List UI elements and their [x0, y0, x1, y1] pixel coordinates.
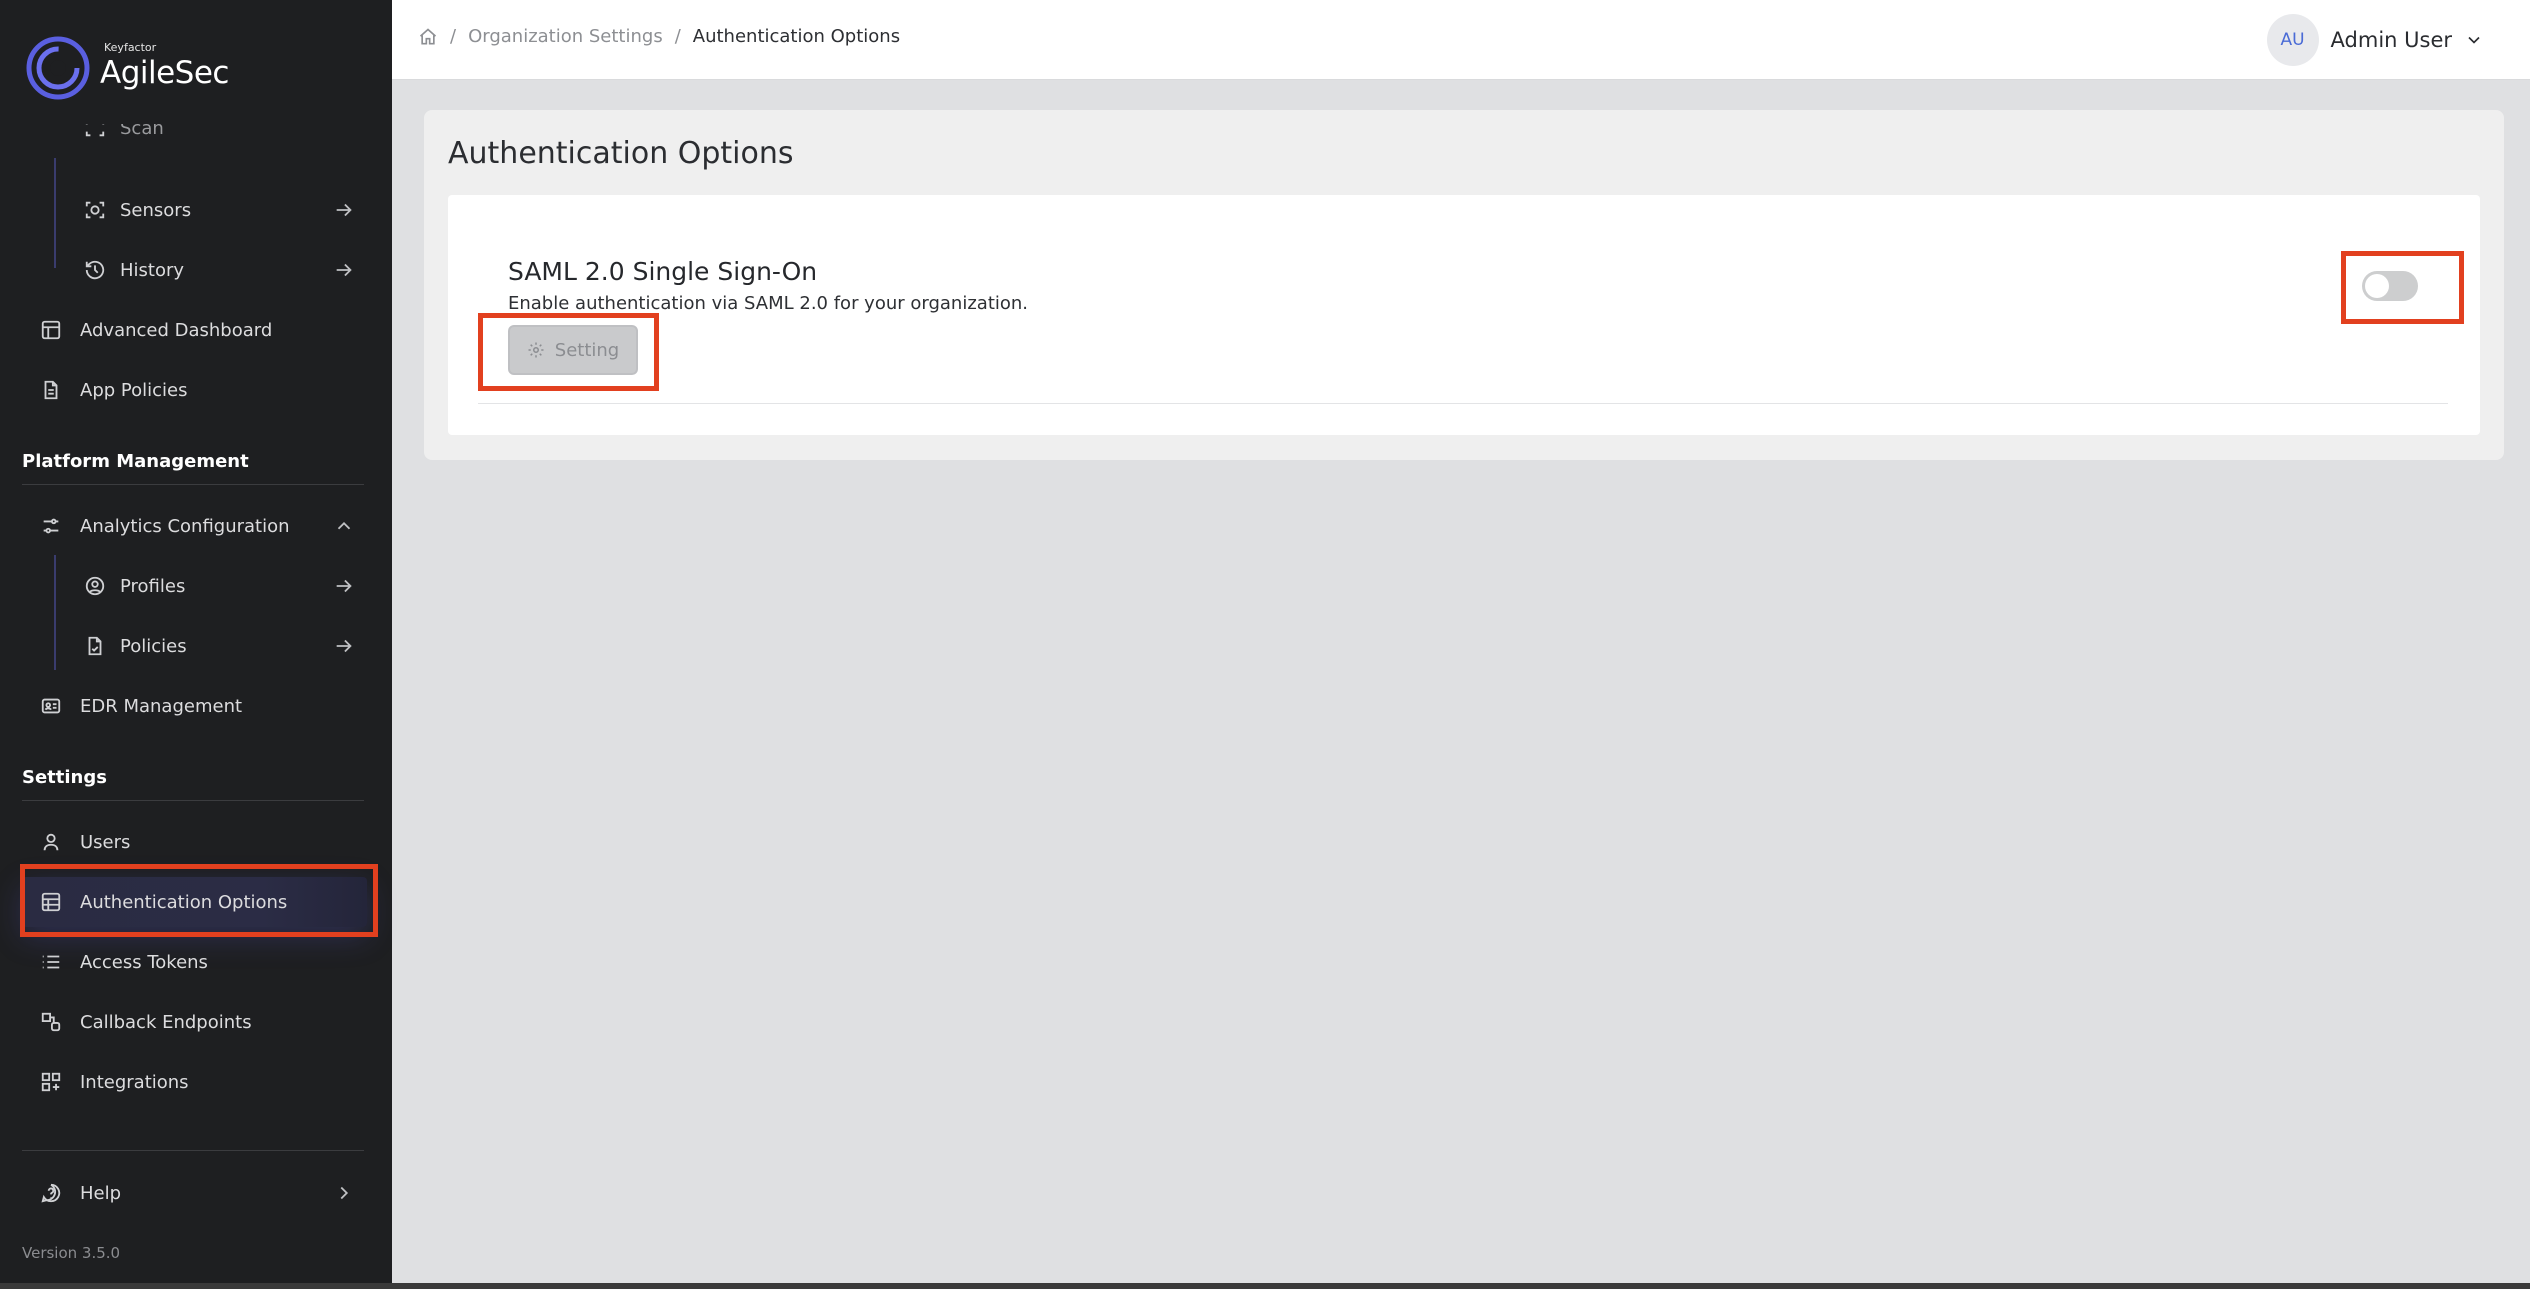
breadcrumb-separator: /: [674, 26, 681, 47]
section-divider: [22, 1150, 364, 1151]
section-divider: [22, 484, 364, 485]
arrow-right-icon: [333, 259, 355, 281]
sidebar-item-label: Access Tokens: [80, 951, 208, 973]
setting-button-label: Setting: [554, 339, 620, 361]
arrow-right-icon: [333, 199, 355, 221]
sidebar-item-history[interactable]: History: [54, 245, 367, 295]
sidebar-item-label: Authentication Options: [80, 891, 288, 913]
auth-option-card: SAML 2.0 Single Sign-On Enable authentic…: [448, 195, 2480, 435]
option-description: Enable authentication via SAML 2.0 for y…: [508, 293, 1029, 314]
help-icon: [40, 1182, 62, 1204]
bottom-strip: [0, 1283, 2530, 1289]
arrow-right-icon: [333, 575, 355, 597]
sidebar-item-authentication-options[interactable]: Authentication Options: [22, 877, 367, 927]
breadcrumb-separator: /: [450, 26, 457, 47]
history-icon: [84, 259, 106, 281]
sidebar-item-label: Analytics Configuration: [80, 515, 290, 537]
page-title: Authentication Options: [448, 136, 794, 171]
section-settings: Settings: [22, 767, 107, 788]
sidebar-item-policies[interactable]: Policies: [54, 621, 367, 671]
sliders-icon: [40, 515, 62, 537]
sidebar: Keyfactor AgileSec Scan Sensors History …: [0, 0, 392, 1283]
version-label: Version 3.5.0: [22, 1244, 121, 1262]
table-icon: [40, 891, 62, 913]
sidebar-item-analytics-configuration[interactable]: Analytics Configuration: [22, 501, 367, 551]
main-panel: Authentication Options SAML 2.0 Single S…: [424, 110, 2504, 460]
section-divider: [22, 800, 364, 801]
sidebar-item-edr-management[interactable]: EDR Management: [22, 681, 367, 731]
scan-icon: [84, 124, 106, 139]
logo[interactable]: Keyfactor AgileSec: [26, 36, 229, 100]
sidebar-item-help[interactable]: Help: [22, 1168, 367, 1218]
sidebar-item-users[interactable]: Users: [22, 817, 367, 867]
option-title: SAML 2.0 Single Sign-On: [508, 257, 818, 286]
chevron-up-icon[interactable]: [333, 515, 355, 537]
breadcrumb-organization-settings[interactable]: Organization Settings: [468, 26, 663, 47]
logo-small-text: Keyfactor: [104, 41, 157, 54]
sidebar-item-access-tokens[interactable]: Access Tokens: [22, 937, 367, 987]
dashboard-icon: [40, 319, 62, 341]
sidebar-item-scan[interactable]: Scan: [54, 124, 367, 154]
sidebar-item-label: Sensors: [120, 199, 192, 221]
gear-icon: [528, 342, 544, 358]
home-icon[interactable]: [418, 27, 438, 47]
breadcrumb-current: Authentication Options: [692, 26, 901, 47]
document-icon: [40, 379, 62, 401]
integrations-icon: [40, 1071, 62, 1093]
setting-button[interactable]: Setting: [508, 325, 638, 375]
sidebar-item-label: Scan: [120, 124, 164, 139]
shapes-icon: [40, 1011, 62, 1033]
user-icon: [40, 831, 62, 853]
sidebar-item-label: Policies: [120, 635, 187, 657]
policy-icon: [84, 635, 106, 657]
sidebar-item-integrations[interactable]: Integrations: [22, 1057, 367, 1107]
sidebar-item-label: EDR Management: [80, 695, 243, 717]
sidebar-item-label: Callback Endpoints: [80, 1011, 252, 1033]
sidebar-item-label: App Policies: [80, 379, 188, 401]
sidebar-item-profiles[interactable]: Profiles: [54, 561, 367, 611]
avatar[interactable]: AU: [2266, 14, 2319, 66]
user-menu[interactable]: AU Admin User: [2266, 14, 2484, 66]
sidebar-item-label: Profiles: [120, 575, 186, 597]
list-icon: [40, 951, 62, 973]
sidebar-item-app-policies[interactable]: App Policies: [22, 365, 367, 415]
chevron-down-icon[interactable]: [2464, 30, 2484, 50]
section-platform-management: Platform Management: [22, 451, 249, 472]
logo-big-text: AgileSec: [100, 55, 229, 91]
arrow-right-icon: [333, 635, 355, 657]
card-divider: [478, 403, 2448, 404]
sidebar-item-label: Advanced Dashboard: [80, 319, 273, 341]
sensor-icon: [84, 199, 106, 221]
breadcrumb: / Organization Settings / Authentication…: [418, 26, 900, 47]
sidebar-item-label: Users: [80, 831, 131, 853]
sidebar-item-label: Help: [80, 1182, 122, 1204]
sidebar-item-advanced-dashboard[interactable]: Advanced Dashboard: [22, 305, 367, 355]
sidebar-item-label: Integrations: [80, 1071, 189, 1093]
saml-toggle[interactable]: [2362, 271, 2418, 301]
sidebar-item-sensors[interactable]: Sensors: [54, 185, 367, 235]
user-name[interactable]: Admin User: [2331, 28, 2452, 52]
sidebar-item-label: History: [120, 259, 185, 281]
sidebar-item-callback-endpoints[interactable]: Callback Endpoints: [22, 997, 367, 1047]
agilesec-logo-icon: [26, 36, 90, 100]
id-card-icon: [40, 695, 62, 717]
top-bar: / Organization Settings / Authentication…: [392, 0, 2530, 80]
toggle-knob: [2365, 274, 2389, 298]
chevron-right-icon: [333, 1182, 355, 1204]
profile-icon: [84, 575, 106, 597]
